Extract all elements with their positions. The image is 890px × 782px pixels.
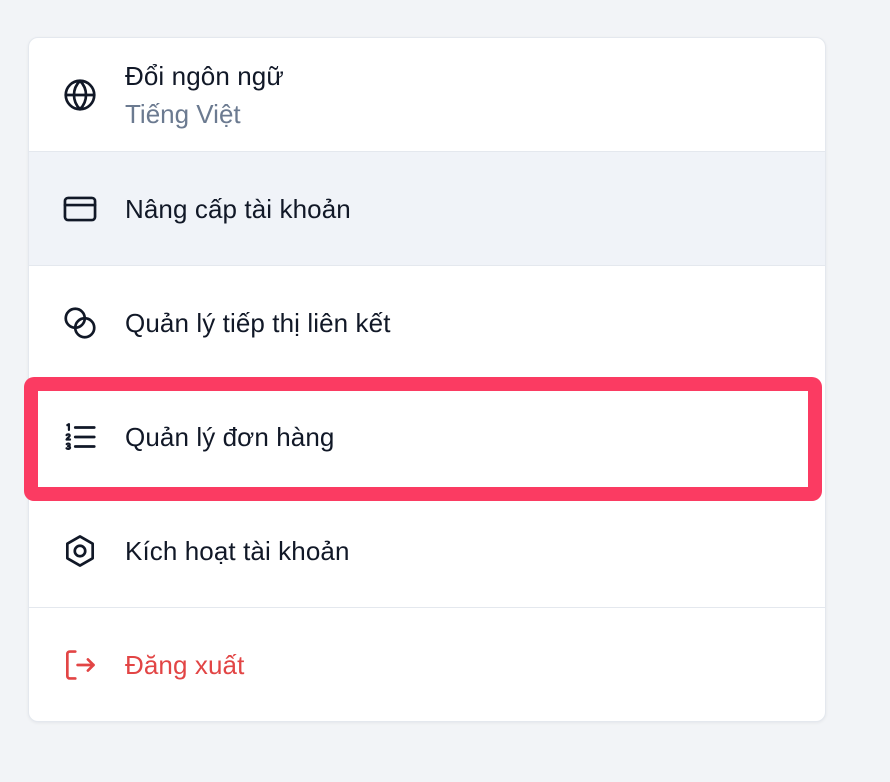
menu-item-label: Nâng cấp tài khoản <box>125 194 351 224</box>
menu-item-order-management[interactable]: Quản lý đơn hàng <box>29 380 825 494</box>
menu-item-affiliate-management[interactable]: Quản lý tiếp thị liên kết <box>29 266 825 380</box>
globe-icon <box>61 76 99 114</box>
current-language: Tiếng Việt <box>125 99 241 129</box>
menu-item-label: Quản lý tiếp thị liên kết <box>125 308 391 338</box>
hexagon-nut-icon <box>61 532 99 570</box>
numbered-list-icon <box>61 418 99 456</box>
menu-item-logout[interactable]: Đăng xuất <box>29 608 825 721</box>
menu-item-label: Quản lý đơn hàng <box>125 422 335 452</box>
account-menu: Đổi ngôn ngữ Tiếng Việt Nâng cấp tài kho… <box>28 37 826 722</box>
overlapping-circles-icon <box>61 304 99 342</box>
menu-item-label: Đổi ngôn ngữ <box>125 61 284 91</box>
logout-icon <box>61 646 99 684</box>
menu-item-label: Kích hoạt tài khoản <box>125 536 350 566</box>
menu-item-activate-account[interactable]: Kích hoạt tài khoản <box>29 494 825 608</box>
menu-item-label: Đăng xuất <box>125 649 245 680</box>
credit-card-icon <box>61 190 99 228</box>
menu-item-upgrade-account[interactable]: Nâng cấp tài khoản <box>29 152 825 266</box>
menu-item-change-language[interactable]: Đổi ngôn ngữ Tiếng Việt <box>29 38 825 152</box>
